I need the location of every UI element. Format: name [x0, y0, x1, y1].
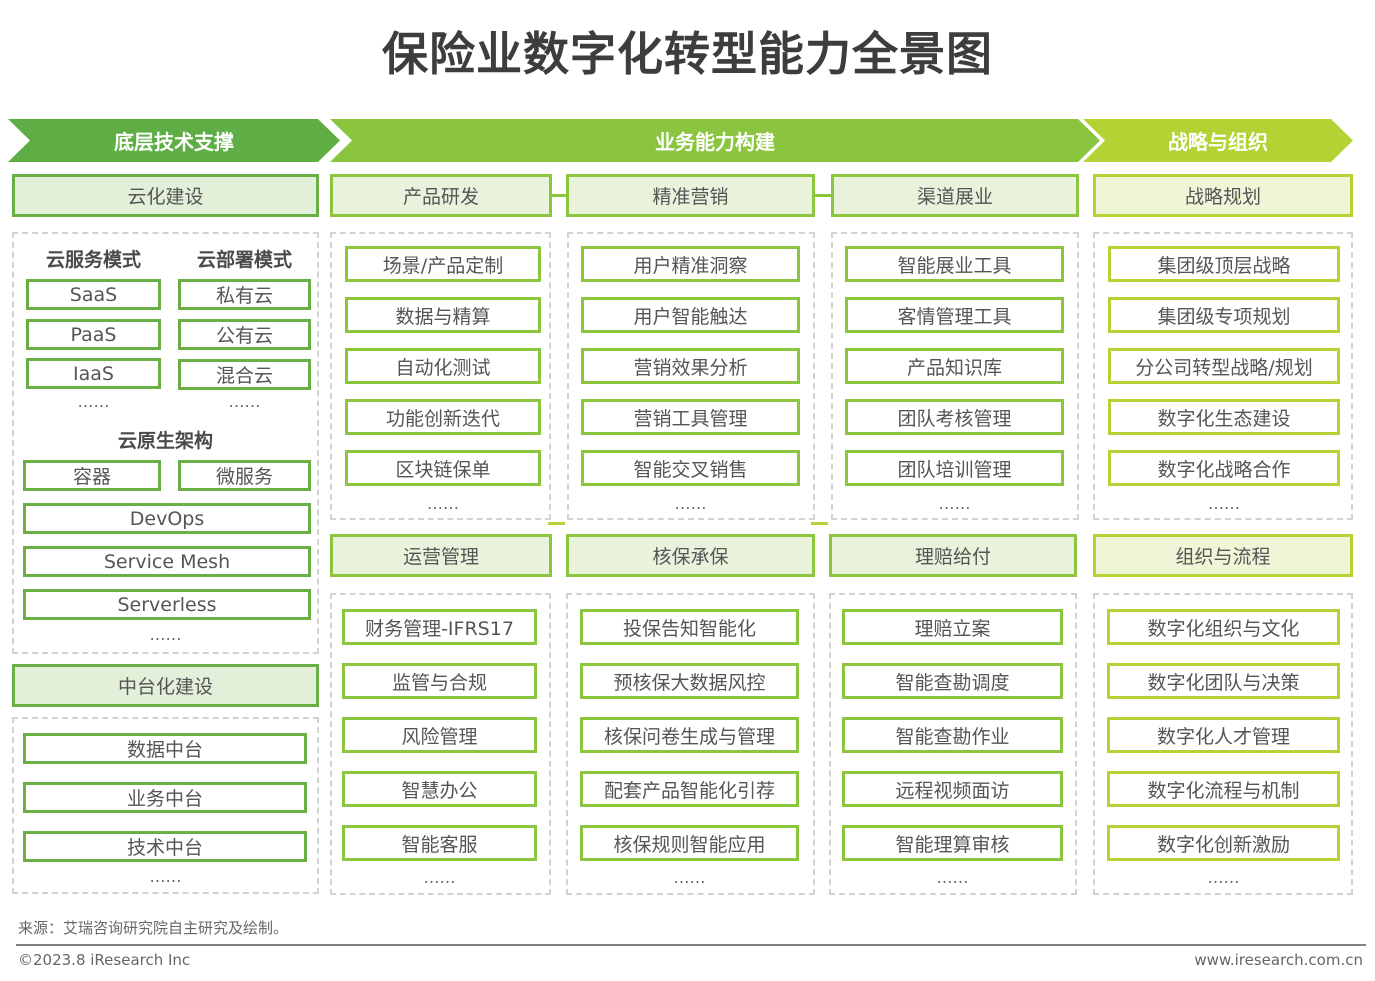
- middle-platform-item: 业务中台: [23, 782, 307, 813]
- deploy-model-title: 云部署模式: [196, 249, 292, 271]
- deploy-model-item: 私有云: [178, 279, 311, 310]
- category-cloud: 云化建设: [12, 174, 319, 217]
- marketing-item: 用户精准洞察: [581, 246, 800, 282]
- operations-item: 智能客服: [342, 825, 537, 861]
- more-indicator: ……: [149, 867, 182, 886]
- operations-item: 风险管理: [342, 717, 537, 753]
- claims-item: 智能理算审核: [842, 825, 1063, 861]
- source-note: 来源：艾瑞咨询研究院自主研究及绘制。: [18, 919, 289, 937]
- more-indicator: ……: [1207, 868, 1240, 887]
- operations-item: 财务管理-IFRS17: [342, 609, 537, 645]
- service-model-item: PaaS: [26, 319, 161, 350]
- category-channel-sales: 渠道展业: [831, 174, 1079, 217]
- marketing-item: 营销效果分析: [581, 348, 800, 384]
- more-indicator: ……: [149, 625, 182, 644]
- category-middle-platform: 中台化建设: [12, 664, 319, 707]
- service-model-title: 云服务模式: [45, 249, 141, 271]
- deploy-model-item: 混合云: [178, 359, 311, 390]
- underwriting-item: 预核保大数据风控: [580, 663, 799, 699]
- more-indicator: ……: [1208, 494, 1240, 513]
- marketing-item: 智能交叉销售: [581, 450, 800, 486]
- more-indicator: ……: [77, 392, 110, 411]
- cloud-native-title: 云原生架构: [117, 430, 213, 452]
- category-precision-marketing: 精准营销: [566, 174, 815, 217]
- operations-item: 监管与合规: [342, 663, 537, 699]
- cloud-native-item: 容器: [23, 460, 161, 491]
- service-model-item: IaaS: [26, 358, 161, 389]
- connector-line: [815, 194, 832, 197]
- product-dev-item: 场景/产品定制: [345, 246, 541, 282]
- more-indicator: ……: [427, 494, 459, 513]
- claims-item: 理赔立案: [842, 609, 1063, 645]
- category-underwriting: 核保承保: [566, 534, 815, 577]
- org-process-item: 数字化流程与机制: [1107, 771, 1340, 807]
- deploy-model-item: 公有云: [178, 319, 311, 350]
- strategic-planning-item: 数字化战略合作: [1108, 450, 1340, 486]
- connector-line: [548, 522, 565, 525]
- connector-line: [551, 194, 567, 197]
- category-claims: 理赔给付: [829, 534, 1077, 577]
- marketing-item: 营销工具管理: [581, 399, 800, 435]
- banner-business: 业务能力构建: [330, 119, 1100, 162]
- underwriting-item: 配套产品智能化引荐: [580, 771, 799, 807]
- middle-platform-item: 数据中台: [23, 733, 307, 764]
- strategic-planning-item: 分公司转型战略/规划: [1108, 348, 1340, 384]
- banner-label: 业务能力构建: [655, 130, 775, 154]
- strategic-planning-item: 集团级顶层战略: [1108, 246, 1340, 282]
- category-operations: 运营管理: [330, 534, 552, 577]
- channel-item: 智能展业工具: [845, 246, 1064, 282]
- cloud-native-item: Serverless: [23, 589, 311, 620]
- more-indicator: ……: [936, 868, 969, 887]
- website-link[interactable]: www.iresearch.com.cn: [1194, 951, 1363, 969]
- more-indicator: ……: [674, 494, 707, 513]
- more-indicator: ……: [938, 494, 971, 513]
- channel-item: 客情管理工具: [845, 297, 1064, 333]
- more-indicator: ……: [673, 868, 706, 887]
- channel-item: 产品知识库: [845, 348, 1064, 384]
- strategic-planning-item: 集团级专项规划: [1108, 297, 1340, 333]
- product-dev-item: 功能创新迭代: [345, 399, 541, 435]
- org-process-item: 数字化创新激励: [1107, 825, 1340, 861]
- cloud-native-item: Service Mesh: [23, 546, 311, 577]
- copyright: ©2023.8 iResearch Inc: [18, 951, 191, 969]
- footer-divider: [16, 944, 1366, 946]
- cloud-native-item: DevOps: [23, 503, 311, 534]
- banner-label: 底层技术支撑: [114, 130, 234, 154]
- cloud-native-item: 微服务: [178, 460, 311, 491]
- banner-tech-support: 底层技术支撑: [8, 119, 340, 162]
- operations-item: 智慧办公: [342, 771, 537, 807]
- marketing-item: 用户智能触达: [581, 297, 800, 333]
- connector-line: [811, 522, 828, 525]
- banner-label: 战略与组织: [1168, 130, 1268, 154]
- org-process-item: 数字化组织与文化: [1107, 609, 1340, 645]
- channel-item: 团队考核管理: [845, 399, 1064, 435]
- category-org-process: 组织与流程: [1093, 534, 1353, 577]
- more-indicator: ……: [423, 868, 456, 887]
- page-title: 保险业数字化转型能力全景图: [382, 27, 993, 81]
- channel-item: 团队培训管理: [845, 450, 1064, 486]
- underwriting-item: 核保规则智能应用: [580, 825, 799, 861]
- banner-strategy: 战略与组织: [1083, 119, 1353, 162]
- strategic-planning-item: 数字化生态建设: [1108, 399, 1340, 435]
- underwriting-item: 投保告知智能化: [580, 609, 799, 645]
- claims-item: 智能查勘调度: [842, 663, 1063, 699]
- service-model-item: SaaS: [26, 279, 161, 310]
- claims-item: 远程视频面访: [842, 771, 1063, 807]
- underwriting-item: 核保问卷生成与管理: [580, 717, 799, 753]
- middle-platform-item: 技术中台: [23, 831, 307, 862]
- product-dev-item: 数据与精算: [345, 297, 541, 333]
- org-process-item: 数字化团队与决策: [1107, 663, 1340, 699]
- product-dev-item: 区块链保单: [345, 450, 541, 486]
- product-dev-item: 自动化测试: [345, 348, 541, 384]
- category-product-dev: 产品研发: [330, 174, 552, 217]
- claims-item: 智能查勘作业: [842, 717, 1063, 753]
- category-strategic-planning: 战略规划: [1093, 174, 1353, 217]
- more-indicator: ……: [228, 392, 261, 411]
- org-process-item: 数字化人才管理: [1107, 717, 1340, 753]
